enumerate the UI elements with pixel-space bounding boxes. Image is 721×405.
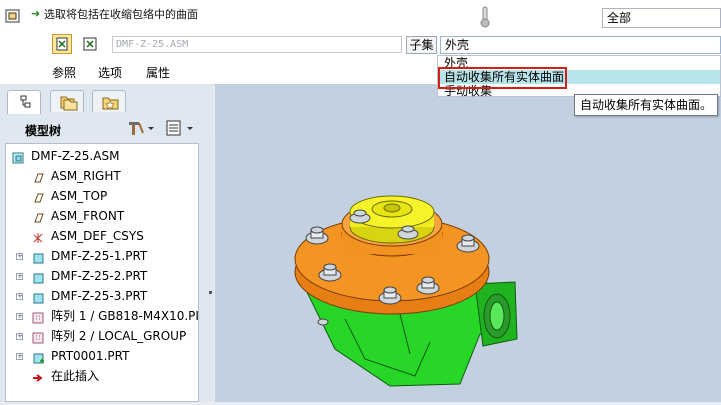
expand-toggle-icon[interactable]: +: [16, 333, 23, 340]
tree-item-label: ASM_DEF_CSYS: [51, 229, 144, 243]
tree-item[interactable]: + 阵列 1 / GB818-M4X10.PI: [6, 306, 199, 326]
tree-item[interactable]: ASM_TOP: [6, 186, 198, 206]
csys-icon: [32, 230, 44, 243]
tree-item-label: ASM_RIGHT: [51, 169, 121, 183]
method-dropdown[interactable]: 外壳: [440, 36, 721, 54]
list-options-icon: [166, 120, 193, 136]
tree-item-label: 阵列 1 / GB818-M4X10.PI: [51, 309, 199, 323]
tab-favorites[interactable]: [92, 90, 126, 112]
tree-item-label: DMF-Z-25-1.PRT: [51, 249, 148, 263]
tree-item-label: ASM_FRONT: [51, 209, 125, 223]
settings-tools-button[interactable]: [126, 119, 156, 137]
valve-assembly-model[interactable]: [215, 84, 721, 402]
panel-splitter[interactable]: [207, 143, 214, 402]
tree-item-label: DMF-Z-25-2.PRT: [51, 269, 148, 283]
tree-item[interactable]: DMF-Z-25.ASM: [6, 146, 198, 166]
expand-toggle-icon[interactable]: +: [16, 253, 23, 260]
tab-folder-browser[interactable]: [50, 90, 84, 112]
shrinkwrap-feature-icon: [5, 9, 20, 23]
tree-item[interactable]: + PRT0001.PRT: [6, 346, 198, 366]
assembly-icon: [12, 150, 24, 164]
expand-toggle-icon[interactable]: +: [16, 273, 23, 280]
select-collector-icon[interactable]: [52, 34, 72, 54]
tab-references[interactable]: 参照: [52, 64, 76, 81]
prompt-arrow-icon: ➜: [31, 7, 41, 20]
tab-properties[interactable]: 属性: [146, 64, 170, 81]
status-thermometer-icon: [480, 6, 490, 28]
expand-toggle-icon[interactable]: +: [16, 353, 23, 360]
exclude-icon[interactable]: [82, 36, 98, 52]
folder-icon: [60, 96, 78, 111]
splitter-grip-icon[interactable]: [209, 291, 212, 294]
tree-item-label: 阵列 2 / LOCAL_GROUP: [51, 329, 187, 343]
reference-model-field[interactable]: DMF-Z-25.ASM: [112, 36, 402, 53]
pattern-icon: [32, 330, 44, 344]
graphics-window[interactable]: [215, 84, 721, 402]
datum-plane-icon: [32, 190, 44, 203]
part-icon: [32, 250, 44, 264]
prompt-text: 选取将包括在收缩包络中的曲面: [44, 8, 198, 21]
tree-item[interactable]: + DMF-Z-25-3.PRT: [6, 286, 198, 306]
favorites-icon: [102, 97, 119, 110]
tab-options[interactable]: 选项: [98, 64, 122, 81]
tools-icon: [129, 122, 154, 135]
tab-model-tree[interactable]: [7, 90, 41, 114]
insert-arrow-icon: [32, 370, 44, 382]
tree-item[interactable]: ASM_FRONT: [6, 206, 198, 226]
expand-toggle-icon[interactable]: +: [16, 313, 23, 320]
tree-item[interactable]: + DMF-Z-25-2.PRT: [6, 266, 198, 286]
show-options-button[interactable]: [164, 119, 196, 137]
tree-item-label: DMF-Z-25-3.PRT: [51, 289, 148, 303]
tree-item[interactable]: + DMF-Z-25-1.PRT: [6, 246, 198, 266]
tree-item[interactable]: ASM_RIGHT: [6, 166, 198, 186]
annotation-highlight-box: [438, 67, 567, 89]
selection-filter-select[interactable]: 全部: [602, 8, 721, 28]
tree-item[interactable]: 在此插入: [6, 366, 198, 386]
tree-item-label: DMF-Z-25.ASM: [31, 149, 120, 163]
tree-item[interactable]: + 阵列 2 / LOCAL_GROUP: [6, 326, 198, 346]
subset-button[interactable]: 子集: [406, 36, 437, 54]
tree-item[interactable]: ASM_DEF_CSYS: [6, 226, 198, 246]
datum-plane-icon: [32, 210, 44, 223]
datum-plane-icon: [32, 170, 44, 183]
pattern-icon: [32, 310, 44, 324]
tree-item-label: PRT0001.PRT: [51, 349, 130, 363]
part-icon: [32, 270, 44, 284]
new-part-icon: [32, 350, 44, 364]
model-tree-title: 模型树: [25, 124, 62, 138]
option-tooltip: 自动收集所有实体曲面。: [574, 94, 718, 116]
part-icon: [32, 290, 44, 304]
model-tree-list: DMF-Z-25.ASM ASM_RIGHT ASM_TOP ASM_FRONT ASM…: [5, 143, 199, 402]
model-tree-icon: [20, 95, 31, 108]
expand-toggle-icon[interactable]: +: [16, 293, 23, 300]
tree-item-label: 在此插入: [51, 369, 100, 383]
tree-item-label: ASM_TOP: [51, 189, 108, 203]
